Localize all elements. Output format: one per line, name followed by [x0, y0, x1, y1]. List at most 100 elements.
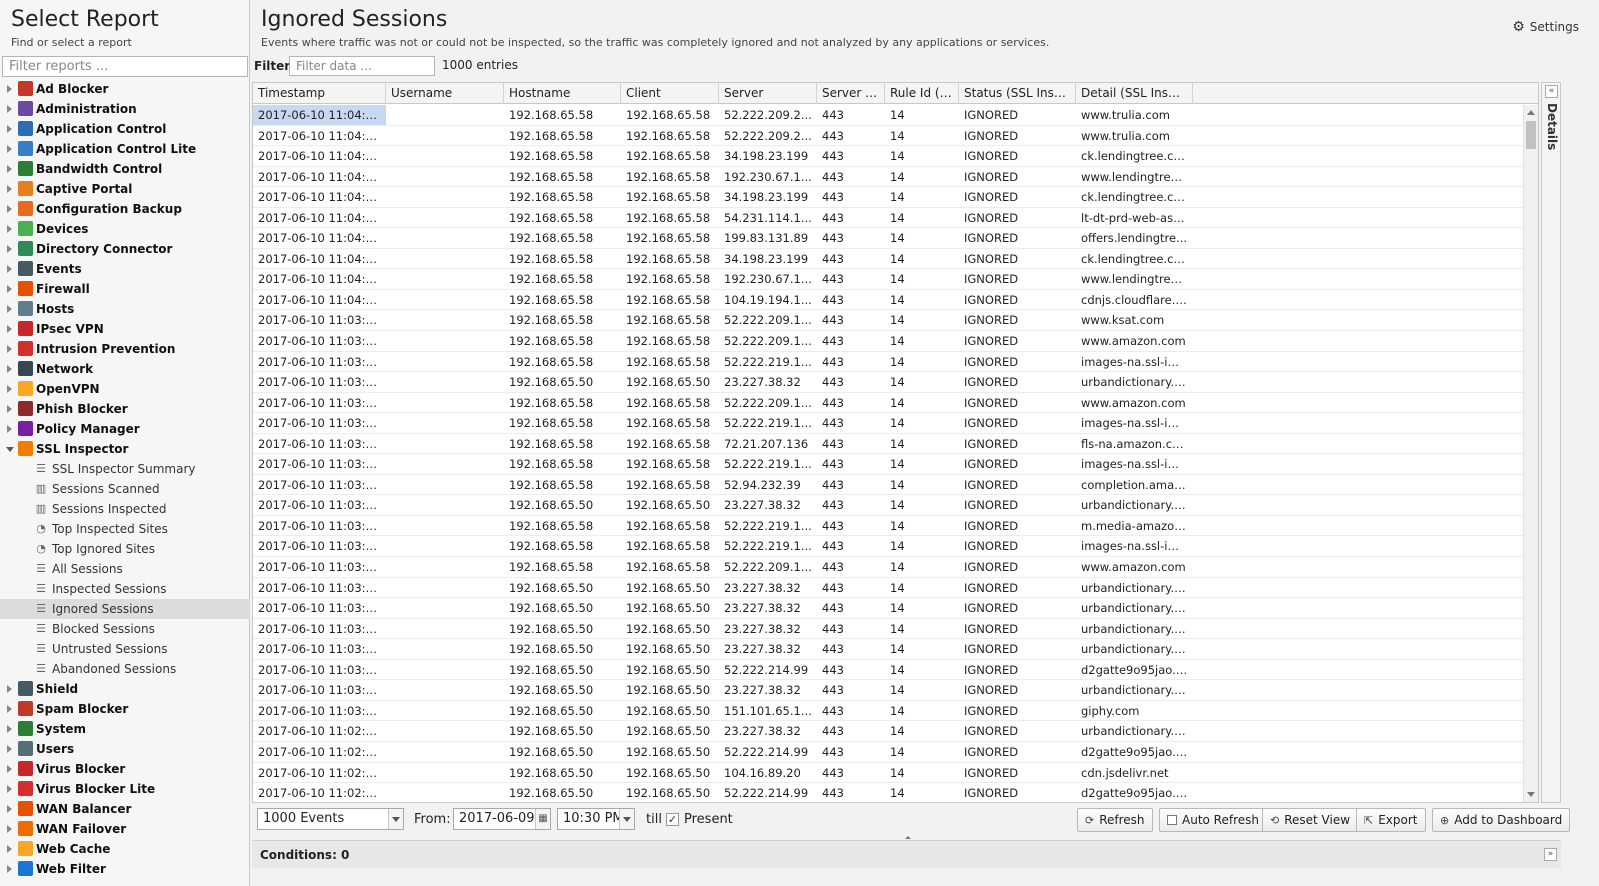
- expand-right-icon[interactable]: [7, 145, 12, 153]
- expand-right-icon[interactable]: [7, 845, 12, 853]
- details-panel-collapsed[interactable]: « Details: [1541, 82, 1561, 803]
- table-row[interactable]: 2017-06-10 11:03:4... 192.168.65.58 192.16…: [253, 310, 1525, 332]
- expand-right-icon[interactable]: [7, 265, 12, 273]
- tree-report-item[interactable]: ☰ Blocked Sessions: [0, 619, 250, 639]
- table-row[interactable]: 2017-06-10 11:03:1... 192.168.65.58 192.16…: [253, 475, 1525, 496]
- table-row[interactable]: 2017-06-10 11:03:1... 192.168.65.50 192.16…: [253, 598, 1525, 619]
- expand-conditions-icon[interactable]: »: [1544, 848, 1557, 861]
- table-row[interactable]: 2017-06-10 11:04:2... 192.168.65.58 192.16…: [253, 269, 1525, 290]
- tree-category-item[interactable]: Web Filter: [0, 859, 250, 879]
- expand-right-icon[interactable]: [7, 685, 12, 693]
- tree-category-item[interactable]: Hosts: [0, 299, 250, 319]
- tree-category-item[interactable]: Application Control Lite: [0, 139, 250, 159]
- expand-details-icon[interactable]: «: [1545, 85, 1558, 98]
- table-row[interactable]: 2017-06-10 11:03:1... 192.168.65.58 192.16…: [253, 393, 1525, 414]
- tree-category-item[interactable]: Events: [0, 259, 250, 279]
- settings-button[interactable]: ⚙ Settings: [1512, 19, 1579, 35]
- scroll-up-icon[interactable]: [1527, 110, 1535, 115]
- table-row[interactable]: 2017-06-10 11:04:2... 192.168.65.58 192.16…: [253, 187, 1525, 208]
- table-row[interactable]: 2017-06-10 11:04:2... 192.168.65.58 192.16…: [253, 126, 1525, 147]
- expand-right-icon[interactable]: [7, 425, 12, 433]
- expand-right-icon[interactable]: [7, 805, 12, 813]
- tree-report-item[interactable]: ☰ Abandoned Sessions: [0, 659, 250, 679]
- table-row[interactable]: 2017-06-10 11:03:2... 192.168.65.58 192.16…: [253, 331, 1525, 352]
- chevron-down-icon[interactable]: [388, 809, 403, 829]
- table-row[interactable]: 2017-06-10 11:03:1... 192.168.65.58 192.16…: [253, 516, 1525, 537]
- expand-right-icon[interactable]: [7, 85, 12, 93]
- tree-category-item[interactable]: OpenVPN: [0, 379, 250, 399]
- tree-category-item[interactable]: IPsec VPN: [0, 319, 250, 339]
- table-row[interactable]: 2017-06-10 11:03:0... 192.168.65.50 192.16…: [253, 660, 1525, 681]
- tree-category-item[interactable]: Firewall: [0, 279, 250, 299]
- table-row[interactable]: 2017-06-10 11:02:5... 192.168.65.50 192.16…: [253, 742, 1525, 763]
- expand-right-icon[interactable]: [7, 125, 12, 133]
- tree-category-item[interactable]: WAN Balancer: [0, 799, 250, 819]
- scroll-thumb[interactable]: [1526, 121, 1536, 149]
- report-filter-input[interactable]: [2, 56, 248, 77]
- from-time-select[interactable]: 10:30 PM: [557, 808, 635, 830]
- expand-right-icon[interactable]: [7, 725, 12, 733]
- table-row[interactable]: 2017-06-10 11:04:3... 192.168.65.58 192.16…: [253, 105, 1525, 126]
- expand-right-icon[interactable]: [7, 765, 12, 773]
- tree-category-item[interactable]: Captive Portal: [0, 179, 250, 199]
- expand-right-icon[interactable]: [7, 365, 12, 373]
- tree-category-item[interactable]: Configuration Backup: [0, 199, 250, 219]
- tree-report-item[interactable]: ☰ Ignored Sessions: [0, 599, 250, 619]
- tree-report-item[interactable]: ▥ Sessions Inspected: [0, 499, 250, 519]
- tree-category-item[interactable]: Intrusion Prevention: [0, 339, 250, 359]
- table-row[interactable]: 2017-06-10 11:04:2... 192.168.65.58 192.16…: [253, 167, 1525, 188]
- table-row[interactable]: 2017-06-10 11:03:1... 192.168.65.50 192.16…: [253, 495, 1525, 516]
- table-row[interactable]: 2017-06-10 11:03:1... 192.168.65.50 192.16…: [253, 578, 1525, 599]
- expand-right-icon[interactable]: [7, 825, 12, 833]
- expand-right-icon[interactable]: [7, 865, 12, 873]
- expand-right-icon[interactable]: [7, 745, 12, 753]
- tree-report-item[interactable]: ▥ Sessions Scanned: [0, 479, 250, 499]
- data-filter-input[interactable]: [289, 56, 435, 76]
- tree-category-item[interactable]: Virus Blocker: [0, 759, 250, 779]
- tree-report-item[interactable]: ☰ Untrusted Sessions: [0, 639, 250, 659]
- table-row[interactable]: 2017-06-10 11:03:0... 192.168.65.50 192.16…: [253, 639, 1525, 660]
- table-row[interactable]: 2017-06-10 11:04:2... 192.168.65.58 192.16…: [253, 249, 1525, 270]
- auto-refresh-button[interactable]: Auto Refresh: [1159, 808, 1267, 832]
- tree-report-item[interactable]: ☰ All Sessions: [0, 559, 250, 579]
- table-row[interactable]: 2017-06-10 11:04:2... 192.168.65.58 192.16…: [253, 290, 1525, 311]
- tree-category-item[interactable]: Devices: [0, 219, 250, 239]
- tree-category-item[interactable]: Spam Blocker: [0, 699, 250, 719]
- tree-report-item[interactable]: ◔ Top Ignored Sites: [0, 539, 250, 559]
- chevron-down-icon[interactable]: [619, 809, 634, 829]
- tree-report-item[interactable]: ☰ Inspected Sessions: [0, 579, 250, 599]
- tree-report-item[interactable]: ◔ Top Inspected Sites: [0, 519, 250, 539]
- column-header[interactable]: Status (SSL Insp...: [959, 83, 1076, 104]
- export-button[interactable]: ⇱ Export: [1356, 808, 1426, 832]
- reset-view-button[interactable]: ⟲ Reset View: [1262, 808, 1359, 832]
- tree-category-item[interactable]: Network: [0, 359, 250, 379]
- tree-category-item[interactable]: Directory Connector: [0, 239, 250, 259]
- table-row[interactable]: 2017-06-10 11:03:0... 192.168.65.50 192.16…: [253, 701, 1525, 722]
- scroll-down-icon[interactable]: [1527, 792, 1535, 797]
- table-row[interactable]: 2017-06-10 11:03:0... 192.168.65.50 192.16…: [253, 619, 1525, 640]
- table-row[interactable]: 2017-06-10 11:03:1... 192.168.65.58 192.16…: [253, 557, 1525, 578]
- table-row[interactable]: 2017-06-10 11:03:1... 192.168.65.58 192.16…: [253, 454, 1525, 475]
- expand-right-icon[interactable]: [7, 165, 12, 173]
- table-row[interactable]: 2017-06-10 11:02:5... 192.168.65.50 192.16…: [253, 721, 1525, 742]
- table-row[interactable]: 2017-06-10 11:03:0... 192.168.65.50 192.16…: [253, 680, 1525, 701]
- column-header[interactable]: Hostname: [504, 83, 621, 104]
- expand-right-icon[interactable]: [7, 285, 12, 293]
- tree-report-item[interactable]: ☰ SSL Inspector Summary: [0, 459, 250, 479]
- tree-category-item[interactable]: Application Control: [0, 119, 250, 139]
- tree-category-item[interactable]: WAN Failover: [0, 819, 250, 839]
- column-header[interactable]: Client: [621, 83, 719, 104]
- column-header[interactable]: Username: [386, 83, 504, 104]
- expand-right-icon[interactable]: [7, 185, 12, 193]
- table-row[interactable]: 2017-06-10 11:03:1... 192.168.65.58 192.16…: [253, 434, 1525, 455]
- table-row[interactable]: 2017-06-10 11:03:2... 192.168.65.58 192.16…: [253, 352, 1525, 373]
- tree-category-item[interactable]: Bandwidth Control: [0, 159, 250, 179]
- table-row[interactable]: 2017-06-10 11:02:5... 192.168.65.50 192.16…: [253, 763, 1525, 784]
- expand-right-icon[interactable]: [7, 345, 12, 353]
- tree-category-item[interactable]: System: [0, 719, 250, 739]
- tree-category-item[interactable]: Virus Blocker Lite: [0, 779, 250, 799]
- column-header[interactable]: Detail (SSL Inspe...: [1076, 83, 1193, 104]
- expand-right-icon[interactable]: [7, 105, 12, 113]
- expand-right-icon[interactable]: [7, 245, 12, 253]
- vertical-scrollbar[interactable]: [1523, 105, 1538, 802]
